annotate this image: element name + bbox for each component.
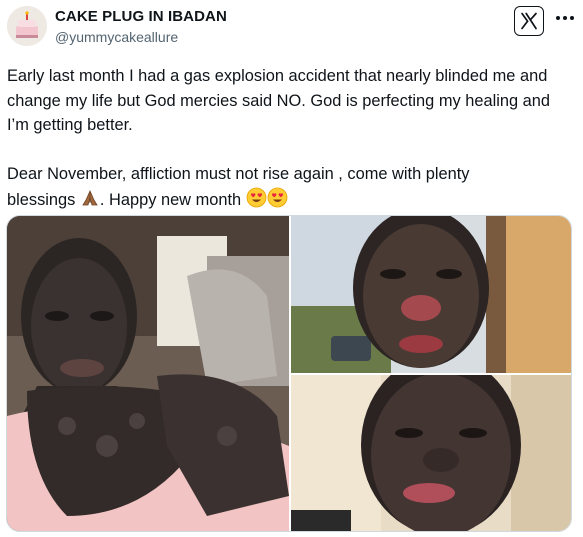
author-handle[interactable]: @yummycakeallure xyxy=(55,29,178,45)
author-display-name[interactable]: CAKE PLUG IN IBADAN xyxy=(55,8,227,25)
photo-left-large[interactable] xyxy=(7,216,289,531)
x-logo-icon[interactable] xyxy=(514,6,544,36)
author-avatar[interactable] xyxy=(7,6,47,46)
tweet-header: CAKE PLUG IN IBADAN @yummycakeallure xyxy=(0,0,583,56)
heart-eyes-emoji xyxy=(267,187,288,216)
tweet-paragraph-1: Early last month I had a gas explosion a… xyxy=(7,67,550,134)
tweet-paragraph-2-line-1: Dear November, affliction must not rise … xyxy=(7,165,470,183)
more-icon[interactable] xyxy=(553,6,577,30)
photo-bottom-right[interactable] xyxy=(291,375,571,531)
photo-top-right[interactable] xyxy=(291,216,571,373)
tweet-text: Early last month I had a gas explosion a… xyxy=(7,64,567,215)
cake-avatar-icon xyxy=(7,6,47,46)
x-logo-glyph xyxy=(521,12,537,30)
folded-hands-emoji xyxy=(80,188,100,216)
heart-eyes-emoji xyxy=(246,187,267,216)
media-grid xyxy=(6,215,572,532)
tweet-paragraph-2-line-2: blessings . Happy new month xyxy=(7,187,567,216)
happy-new-month-text: . Happy new month xyxy=(99,190,242,209)
more-dots-glyph xyxy=(556,16,574,20)
blessings-text: blessings xyxy=(7,190,76,209)
